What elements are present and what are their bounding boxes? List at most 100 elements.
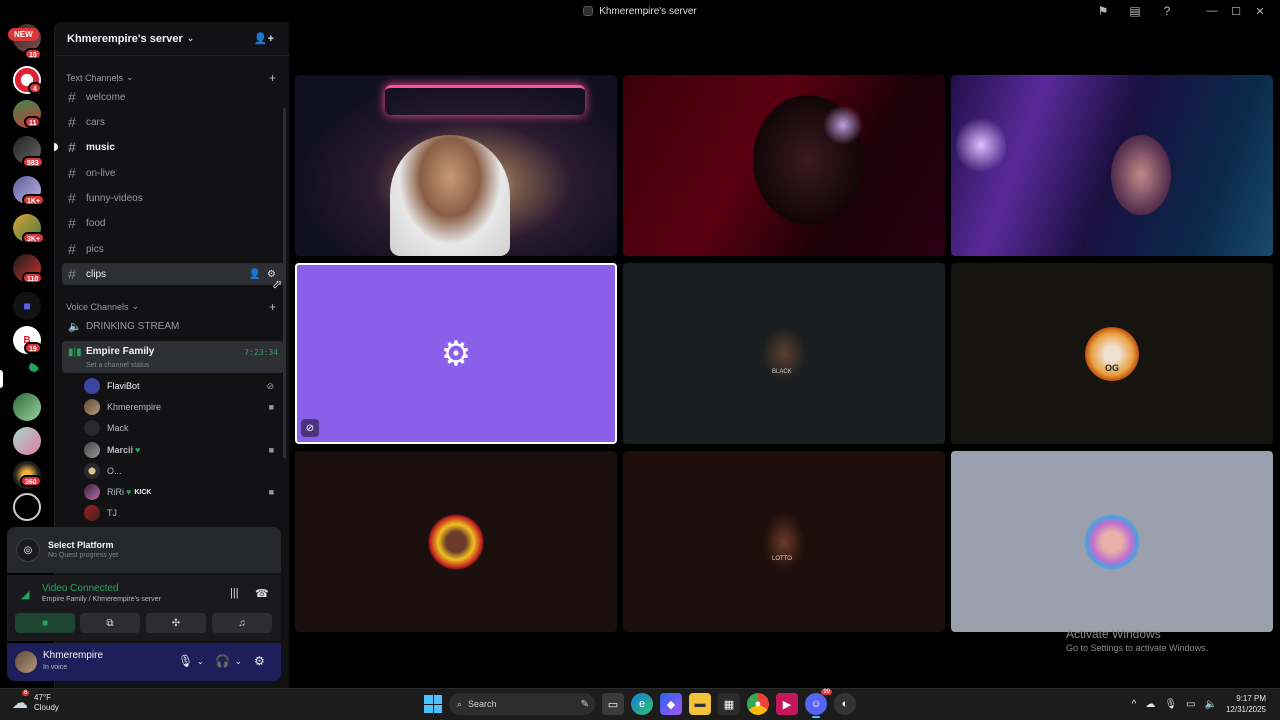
maximize-button[interactable]: ☐ bbox=[1224, 5, 1248, 18]
light-glare bbox=[956, 115, 1006, 175]
clock-time: 9:17 PM bbox=[1236, 694, 1266, 703]
voice-member[interactable]: Khmerempire ■ bbox=[84, 397, 278, 417]
avatar bbox=[1084, 513, 1140, 570]
person-silhouette bbox=[1111, 135, 1171, 215]
connection-status[interactable]: Video Connected bbox=[42, 583, 119, 594]
voice-channel-empire-family[interactable]: ▮|▮ Empire Family Set a channel status 7… bbox=[62, 341, 284, 373]
video-tile[interactable] bbox=[295, 451, 617, 632]
soundboard-button[interactable]: ♫ bbox=[212, 613, 272, 633]
channel-cars[interactable]: # cars bbox=[62, 111, 284, 133]
activities-button[interactable]: ✣ bbox=[146, 613, 206, 633]
title-bar: Khmerempire's server ⚑ ▤ ? — ☐ ✕ bbox=[0, 0, 1280, 22]
channel-music[interactable]: # music bbox=[54, 136, 284, 158]
member-name: Khmerempire bbox=[107, 402, 162, 412]
microphone-icon[interactable]: 🎙 bbox=[178, 654, 193, 668]
channel-pics[interactable]: # pics bbox=[62, 238, 284, 260]
neon-sign bbox=[385, 85, 585, 115]
chrome-icon[interactable]: ● bbox=[747, 693, 769, 715]
video-tile-khmerempire[interactable] bbox=[295, 75, 617, 256]
active-server-pill bbox=[0, 370, 3, 388]
disconnect-icon[interactable]: ☎ bbox=[255, 587, 269, 600]
inbox-icon[interactable]: ▤ bbox=[1126, 2, 1144, 20]
category-text-channels[interactable]: Text Channels ⌄ + bbox=[66, 71, 276, 85]
voice-member[interactable]: TJ bbox=[84, 503, 278, 523]
voice-member[interactable]: Mack bbox=[84, 418, 278, 438]
channel-funny-videos[interactable]: # funny-videos bbox=[62, 187, 284, 209]
display-icon[interactable]: ▭ bbox=[1186, 699, 1195, 710]
voice-member[interactable]: RiRi ♥ KICK ■ bbox=[84, 482, 278, 502]
task-view-icon[interactable]: ▭ bbox=[602, 693, 624, 715]
system-tray: ^ ☁ 🎙 ▭ 🔈 9:17 PM 12/31/2025 bbox=[1132, 693, 1266, 715]
noise-suppression-icon[interactable]: ||| bbox=[230, 587, 239, 599]
channel-on-live[interactable]: # on-live bbox=[62, 162, 284, 184]
gear-icon[interactable]: ⚙ bbox=[254, 654, 265, 668]
taskbar-clock[interactable]: 9:17 PM 12/31/2025 bbox=[1226, 693, 1266, 715]
chevron-down-icon: ⌄ bbox=[126, 72, 134, 82]
channel-food[interactable]: # food bbox=[62, 212, 284, 234]
watermark-title: Activate Windows bbox=[1066, 627, 1161, 641]
voice-connection-panel: ◢ Video Connected Empire Family / Khmere… bbox=[7, 575, 281, 641]
voice-channel-drinking-stream[interactable]: 🔈 DRINKING STREAM bbox=[62, 319, 284, 333]
windows-taskbar: ☁ 6 47°F Cloudy ⌕ Search ✎ ▭ e ◆ ▬ ▦ ● ▶ … bbox=[0, 688, 1280, 720]
microphone-icon[interactable]: 🎙 bbox=[1164, 699, 1177, 710]
close-button[interactable]: ✕ bbox=[1248, 5, 1272, 18]
guild-name: Khmerempire's server bbox=[67, 32, 183, 45]
avatar bbox=[84, 399, 100, 415]
file-explorer-icon[interactable]: ▬ bbox=[689, 693, 711, 715]
add-channel-icon[interactable]: + bbox=[269, 71, 276, 85]
windows-start-icon[interactable] bbox=[424, 695, 442, 713]
channel-status-placeholder[interactable]: Set a channel status bbox=[86, 362, 149, 369]
video-tile[interactable] bbox=[623, 75, 945, 256]
add-channel-icon[interactable]: + bbox=[269, 300, 276, 314]
video-tile[interactable] bbox=[951, 451, 1273, 632]
folder-icon[interactable]: ■ bbox=[13, 292, 41, 320]
video-tile[interactable]: BLACK bbox=[623, 263, 945, 444]
server-icon[interactable] bbox=[13, 362, 41, 390]
server-icon[interactable] bbox=[13, 393, 41, 421]
taskbar-search[interactable]: ⌕ Search ✎ bbox=[449, 693, 595, 715]
server-icon[interactable] bbox=[13, 493, 41, 521]
quest-panel[interactable]: ◎ Select Platform No Quest progress yet bbox=[7, 527, 281, 573]
app-icon[interactable]: ◐ bbox=[834, 693, 856, 715]
weather-temp: 47°F bbox=[34, 693, 51, 702]
channel-welcome[interactable]: # welcome bbox=[62, 86, 284, 108]
voice-member[interactable]: FlaviBot ⊘ bbox=[84, 376, 278, 396]
discord-icon[interactable]: ☺ 99 bbox=[805, 689, 832, 718]
avatar[interactable] bbox=[15, 651, 37, 673]
help-icon[interactable]: ? bbox=[1158, 2, 1176, 20]
chevron-down-icon[interactable]: ⌄ bbox=[197, 657, 204, 666]
chevron-up-icon[interactable]: ^ bbox=[1132, 699, 1137, 710]
video-tile[interactable]: OG bbox=[951, 263, 1273, 444]
copilot-icon[interactable]: ◆ bbox=[660, 693, 682, 715]
user-name[interactable]: Khmerempire bbox=[43, 650, 103, 661]
video-tile[interactable] bbox=[951, 75, 1273, 256]
video-tile[interactable]: LOTTO bbox=[623, 451, 945, 632]
server-icon[interactable] bbox=[13, 427, 41, 455]
flag-icon[interactable]: ⚑ bbox=[1094, 2, 1112, 20]
headphones-icon[interactable]: 🎧 bbox=[215, 654, 230, 668]
mention-badge: 11 bbox=[24, 116, 42, 128]
invite-icon[interactable]: 👤 bbox=[249, 269, 261, 280]
video-camera-icon: ■ bbox=[268, 487, 274, 497]
connection-location[interactable]: Empire Family / Khmerempire's server bbox=[42, 596, 161, 603]
member-name: Mack bbox=[107, 423, 129, 433]
category-voice-channels[interactable]: Voice Channels ⌄ + bbox=[66, 300, 276, 314]
volume-icon[interactable]: 🔈 bbox=[1205, 699, 1217, 710]
chevron-down-icon[interactable]: ⌄ bbox=[235, 657, 242, 666]
member-name: O... bbox=[107, 466, 122, 476]
weather-widget[interactable]: ☁ 6 47°F Cloudy bbox=[12, 690, 59, 713]
quest-title: Select Platform bbox=[48, 540, 114, 550]
invite-people-icon[interactable]: 👤+ bbox=[254, 32, 274, 45]
onedrive-icon[interactable]: ☁ bbox=[1145, 699, 1155, 710]
camera-button[interactable]: ■ bbox=[15, 613, 75, 633]
guild-header[interactable]: Khmerempire's server ⌄ 👤+ bbox=[55, 22, 290, 56]
media-app-icon[interactable]: ▶ bbox=[776, 693, 798, 715]
video-tile-flavibot[interactable]: ⚙ ⊘ bbox=[295, 263, 617, 444]
store-icon[interactable]: ▦ bbox=[718, 693, 740, 715]
voice-member[interactable]: Marcii ♥ ■ bbox=[84, 440, 278, 460]
voice-member[interactable]: O... bbox=[84, 461, 278, 481]
channel-clips[interactable]: # clips 👤 ⚙ bbox=[62, 263, 284, 285]
screen-share-button[interactable]: ⧉ bbox=[80, 613, 140, 633]
edge-icon[interactable]: e bbox=[631, 693, 653, 715]
minimize-button[interactable]: — bbox=[1200, 5, 1224, 18]
